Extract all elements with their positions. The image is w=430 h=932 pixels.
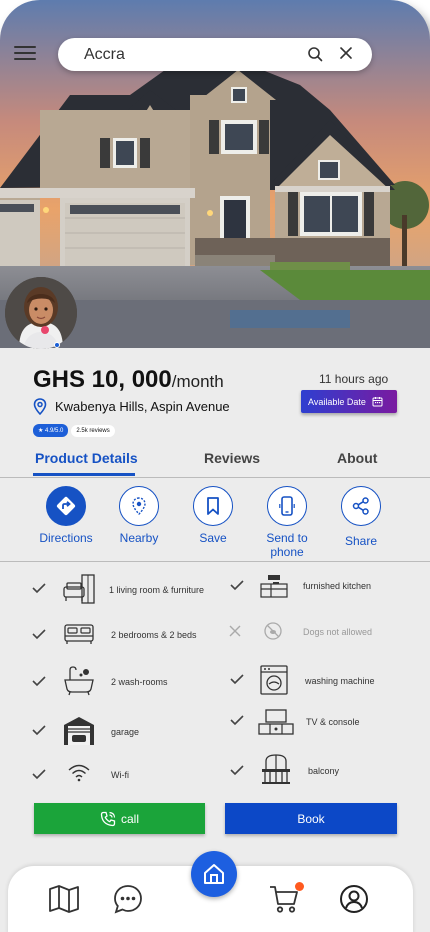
directions-button[interactable]: Directions — [31, 486, 101, 545]
location: Kwabenya Hills, Aspin Avenue — [33, 398, 230, 415]
search-bar[interactable] — [58, 38, 372, 71]
check-icon — [230, 715, 244, 726]
available-date-label: Available Date — [308, 396, 366, 407]
price-amount: GHS 10, 000 — [33, 366, 172, 393]
bed-icon — [64, 624, 94, 644]
amenity-bedrooms: 2 bedrooms & 2 beds — [111, 630, 197, 640]
call-button[interactable]: call — [34, 803, 205, 834]
nearby-button[interactable]: Nearby — [104, 486, 174, 545]
phone-call-icon — [100, 811, 116, 826]
tab-reviews[interactable]: Reviews — [204, 450, 260, 466]
check-icon — [32, 676, 46, 687]
check-icon — [32, 583, 46, 594]
send-to-phone-button[interactable]: Send to phone — [252, 486, 322, 559]
nearby-icon — [119, 486, 159, 526]
bookmark-icon — [193, 486, 233, 526]
tab-bar: Product Details Reviews About — [0, 448, 430, 478]
check-icon — [230, 765, 244, 776]
cart-notification-badge — [295, 882, 304, 891]
kitchen-icon — [260, 575, 288, 598]
action-row: Directions Nearby Save Send to phone Sha… — [0, 478, 430, 562]
send-to-phone-label: Send to phone — [266, 531, 308, 559]
amenity-balcony: balcony — [308, 766, 340, 776]
nav-map[interactable] — [47, 882, 81, 916]
available-date-button[interactable]: Available Date — [301, 390, 397, 413]
amenity-living-room: 1 living room & furniture — [109, 585, 205, 595]
avatar[interactable] — [5, 277, 77, 349]
search-input[interactable] — [84, 44, 284, 65]
amenity-tv-console: TV & console — [306, 717, 360, 727]
save-button[interactable]: Save — [178, 486, 248, 545]
location-pin-icon — [33, 398, 47, 415]
call-label: call — [120, 811, 139, 826]
menu-button[interactable] — [14, 46, 36, 62]
nav-home[interactable] — [191, 851, 237, 897]
x-icon — [229, 625, 241, 637]
price: GHS 10, 000/month — [33, 366, 224, 394]
review-count-badge[interactable]: 2.5k reviews — [71, 424, 115, 437]
nav-profile[interactable] — [337, 882, 371, 916]
tab-about[interactable]: About — [337, 450, 377, 466]
amenity-kitchen: furnished kitchen — [303, 581, 372, 591]
amenity-dogs-not-allowed: Dogs not allowed — [303, 627, 373, 637]
washing-machine-icon — [260, 665, 288, 695]
sofa-icon — [63, 574, 95, 604]
price-unit: /month — [171, 372, 224, 391]
rating: ★ 4.9/5.0 2.5k reviews — [33, 424, 115, 437]
directions-label: Directions — [39, 531, 93, 545]
amenity-washing-machine: washing machine — [305, 676, 375, 686]
balcony-icon — [262, 754, 290, 784]
share-button[interactable]: Share — [326, 486, 396, 548]
tv-icon — [258, 709, 294, 735]
online-status-indicator — [54, 342, 60, 348]
amenity-wifi: Wi-fi — [111, 770, 129, 780]
rating-badge: ★ 4.9/5.0 — [33, 424, 69, 437]
search-icon[interactable] — [307, 46, 323, 62]
no-dogs-icon — [264, 622, 282, 640]
check-icon — [32, 769, 46, 780]
tab-product-details[interactable]: Product Details — [35, 450, 138, 466]
active-tab-indicator — [33, 473, 135, 476]
phone-icon — [267, 486, 307, 526]
amenity-washrooms: 2 wash-rooms — [111, 677, 168, 687]
garage-icon — [64, 717, 94, 745]
close-icon[interactable] — [339, 46, 353, 60]
posted-time: 11 hours ago — [319, 372, 389, 386]
user-icon — [340, 885, 368, 913]
amenity-garage: garage — [111, 727, 140, 737]
save-label: Save — [199, 531, 227, 545]
share-icon — [341, 486, 381, 526]
book-button[interactable]: Book — [225, 803, 397, 834]
book-label: Book — [297, 811, 325, 826]
check-icon — [230, 674, 244, 685]
location-label: Kwabenya Hills, Aspin Avenue — [55, 399, 230, 414]
chat-icon — [114, 885, 142, 914]
phone-frame: GHS 10, 000/month 11 hours ago Kwabenya … — [0, 0, 430, 932]
map-icon — [49, 885, 79, 913]
nav-messages[interactable] — [111, 882, 145, 916]
check-icon — [32, 629, 46, 640]
directions-icon — [46, 486, 86, 526]
nearby-label: Nearby — [119, 531, 159, 545]
check-icon — [32, 725, 46, 736]
wifi-icon — [68, 764, 90, 782]
calendar-icon — [372, 397, 383, 407]
check-icon — [230, 580, 244, 591]
hamburger-icon — [14, 46, 36, 48]
home-icon — [204, 864, 224, 884]
share-label: Share — [344, 534, 378, 548]
bathtub-icon — [64, 666, 94, 696]
